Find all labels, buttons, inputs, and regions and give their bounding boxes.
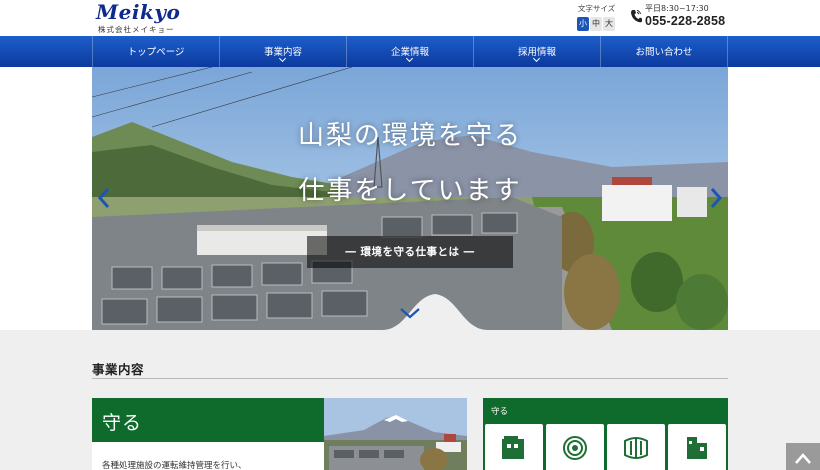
service-tile-sewer[interactable] [607,424,665,470]
panel-title: 守る [491,407,509,417]
logo-company-name: 株式会社メイキョー [98,25,175,34]
hero-headline-2: 仕事をしています [298,176,522,206]
section-divider [92,378,728,379]
nav-item-top[interactable]: トップページ [92,36,219,67]
nav-item-label: お問い合わせ [635,47,693,58]
business-card[interactable]: 守る 各種処理施設の運転維持管理を行い、 [92,398,467,470]
hero-slider: 山梨の環境を守る 仕事をしています ― 環境を守る仕事とは ― [92,67,728,330]
nav-item-business[interactable]: 事業内容 [219,36,346,67]
services-panel: 守る [483,398,728,470]
sewer-pipe-icon [624,437,648,459]
font-size-small-button[interactable]: 小 [577,17,589,31]
business-hours: 平日8:30~17:30 [645,4,709,13]
nav-item-recruit[interactable]: 採用情報 [473,36,600,67]
font-size-label: 文字サイズ [577,4,616,13]
facility-icon [687,437,707,459]
nav-item-company[interactable]: 企業情報 [346,36,473,67]
card-text: 各種処理施設の運転維持管理を行い、 [102,461,247,470]
service-tile-building[interactable] [485,424,543,470]
global-nav: トップページ 事業内容 企業情報 採用情報 お問い合わせ [0,36,820,67]
nav-item-contact[interactable]: お問い合わせ [600,36,728,67]
slider-next-icon[interactable] [709,187,723,209]
font-size-switcher: 文字サイズ 小 中 大 [577,3,616,31]
font-size-medium-button[interactable]: 中 [590,17,602,31]
back-to-top-button[interactable] [786,443,820,470]
phone-icon [631,10,642,23]
chevron-up-icon [795,453,811,464]
section-title: 事業内容 [92,362,145,377]
slider-prev-icon[interactable] [97,187,111,209]
card-heading: 守る [92,398,324,442]
building-icon [502,436,524,459]
site-header: Meikyo 株式会社メイキョー 文字サイズ 小 中 大 平日8:30~17:3… [0,0,820,36]
service-tile-facility[interactable] [668,424,726,470]
contact-info: 平日8:30~17:30 055-228-2858 [630,3,725,28]
font-size-large-button[interactable]: 大 [603,17,615,31]
nav-item-label: トップページ [127,47,185,58]
hero-headline-1: 山梨の環境を守る [297,121,522,151]
service-tile-water[interactable] [546,424,604,470]
card-photo [324,398,467,470]
phone-number[interactable]: 055-228-2858 [645,14,725,28]
water-pipe-icon [563,436,587,460]
logo-wordmark: Meikyo [96,0,181,24]
hero-cta-button[interactable]: ― 環境を守る仕事とは ― [307,236,513,268]
logo[interactable]: Meikyo 株式会社メイキョー [96,1,180,35]
